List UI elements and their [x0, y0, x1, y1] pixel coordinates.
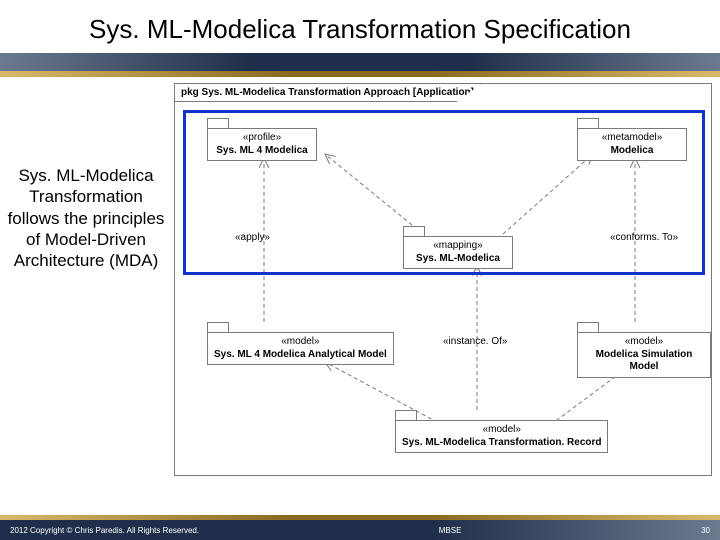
label-apply: «apply» — [235, 232, 270, 243]
node-transformation-record: «model»Sys. ML-Modelica Transformation. … — [395, 410, 608, 453]
footer-center: MBSE — [439, 526, 462, 535]
side-description: Sys. ML-Modelica Transformation follows … — [6, 165, 166, 271]
footer: 2012 Copyright © Chris Paredis. All Righ… — [0, 515, 720, 540]
frame-label: pkg Sys. ML-Modelica Transformation Appr… — [175, 84, 481, 102]
node-analytical-model: «model»Sys. ML 4 Modelica Analytical Mod… — [207, 322, 394, 365]
node-simulation-model: «model»Modelica Simulation Model — [577, 322, 711, 378]
footer-copyright: 2012 Copyright © Chris Paredis. All Righ… — [10, 526, 199, 535]
package-diagram-frame: pkg Sys. ML-Modelica Transformation Appr… — [174, 83, 712, 476]
slide-title: Sys. ML-Modelica Transformation Specific… — [0, 0, 720, 53]
node-mapping: «mapping»Sys. ML-Modelica — [403, 226, 513, 269]
content-area: Sys. ML-Modelica Transformation follows … — [0, 77, 720, 497]
node-profile: «profile»Sys. ML 4 Modelica — [207, 118, 317, 161]
node-metamodel: «metamodel»Modelica — [577, 118, 687, 161]
header-bar-navy — [0, 53, 720, 71]
footer-bar-navy: 2012 Copyright © Chris Paredis. All Righ… — [0, 520, 720, 540]
footer-page: 30 — [701, 526, 710, 535]
label-conforms: «conforms. To» — [610, 232, 678, 243]
label-instanceof: «instance. Of» — [443, 336, 507, 347]
